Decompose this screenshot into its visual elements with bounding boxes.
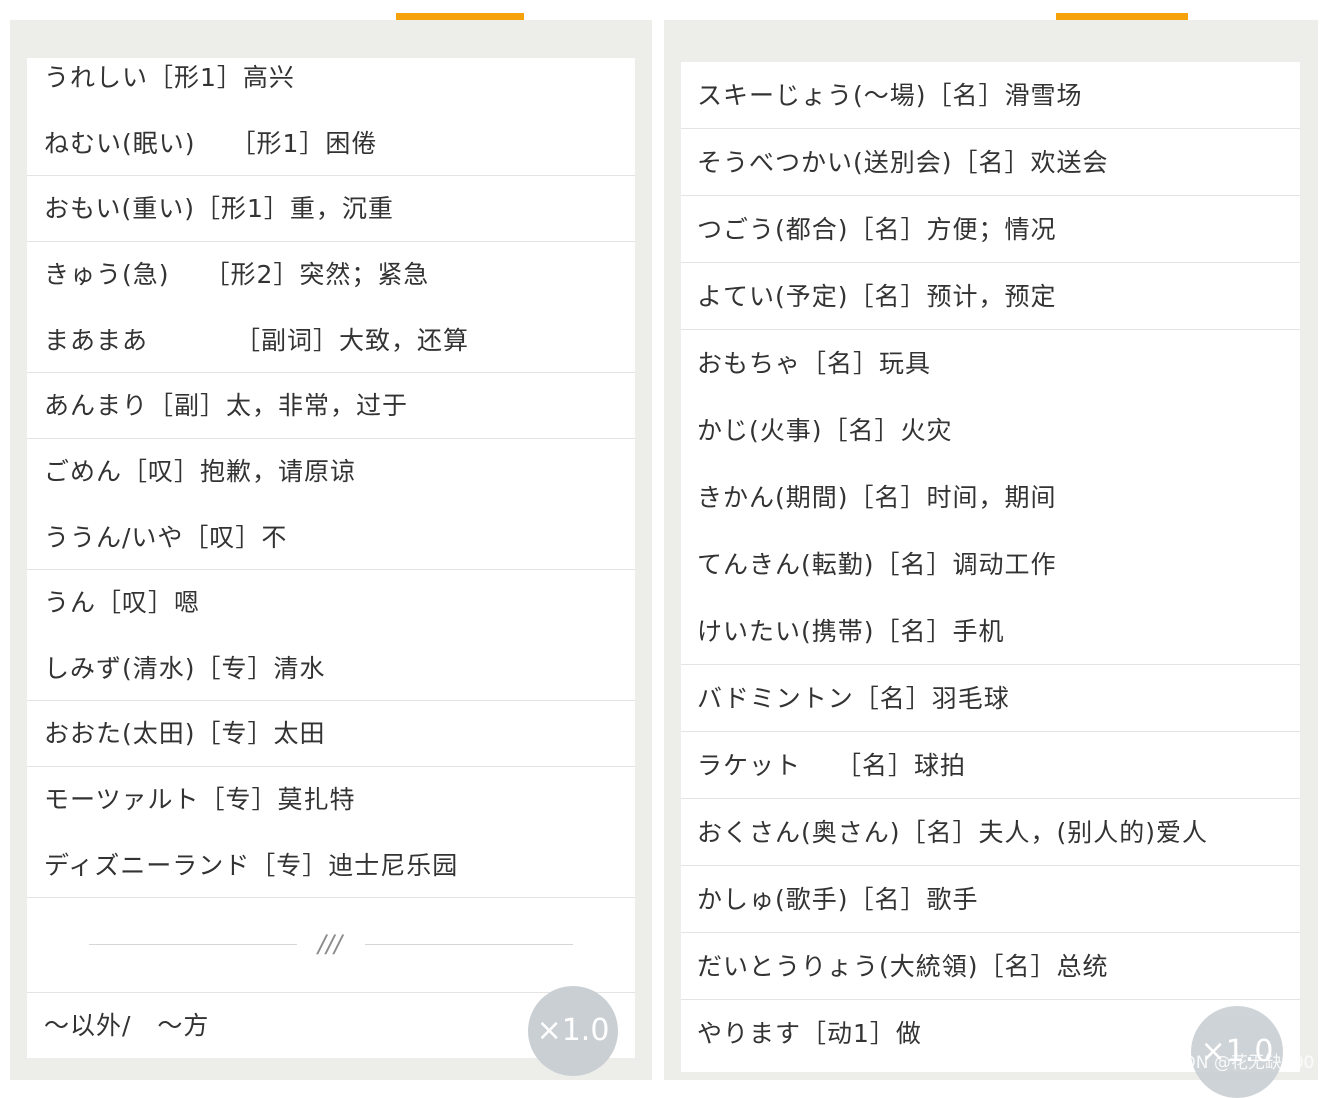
list-item: ディズニーランド［专］迪士尼乐园: [44, 851, 459, 880]
divider: [27, 175, 635, 176]
playback-speed-button[interactable]: ×1.0: [528, 986, 618, 1076]
list-item: きかん(期間)［名］时间，期间: [697, 483, 1057, 512]
list-item: そうべつかい(送別会)［名］欢送会: [697, 148, 1109, 177]
divider: [681, 262, 1300, 263]
ornament-slash-icon: ///: [317, 930, 343, 958]
list-item: けいたい(携帯)［名］手机: [697, 617, 1005, 646]
divider: [681, 798, 1300, 799]
divider: [27, 241, 635, 242]
divider: [27, 438, 635, 439]
list-item: ラケット ［名］球拍: [697, 751, 966, 780]
list-item: ごめん［叹］抱歉，请原谅: [44, 457, 357, 486]
divider: [681, 195, 1300, 196]
list-item: かじ(火事)［名］火灾: [697, 416, 953, 445]
divider: [681, 731, 1300, 732]
divider: [681, 932, 1300, 933]
list-item: うん［叹］嗯: [44, 588, 201, 617]
list-item: だいとうりょう(大統領)［名］总统: [697, 952, 1109, 981]
list-item: きゅう(急) ［形2］突然；紧急: [44, 260, 430, 289]
ornament-line-left: [89, 944, 297, 945]
list-item: まあまあ ［副词］大致，还算: [44, 326, 469, 355]
vocab-list-left: うれしい［形1］高兴 ねむい(眠い) ［形1］困倦 おもい(重い)［形1］重，沉…: [27, 58, 635, 1058]
list-item: てんきん(転勤)［名］调动工作: [697, 550, 1057, 579]
list-item: あんまり［副］太，非常，过于: [44, 391, 409, 420]
list-item: おもい(重い)［形1］重，沉重: [44, 194, 394, 223]
watermark: CSDN @花无缺000: [1160, 1053, 1315, 1073]
list-item: よてい(予定)［名］预计，预定: [697, 282, 1057, 311]
list-item: おくさん(奥さん)［名］夫人，(别人的)爱人: [697, 818, 1209, 847]
list-item: バドミントン［名］羽毛球: [697, 684, 1010, 713]
list-item: おもちゃ［名］玩具: [697, 349, 932, 378]
list-item: おおた(太田)［专］太田: [44, 719, 326, 748]
divider: [27, 992, 635, 993]
divider: [27, 372, 635, 373]
divider: [681, 999, 1300, 1000]
divider: [681, 865, 1300, 866]
divider: [681, 329, 1300, 330]
divider: [27, 700, 635, 701]
ornament-line-right: [365, 944, 573, 945]
list-item: うれしい［形1］高兴: [44, 63, 295, 92]
divider: [681, 664, 1300, 665]
list-item: ねむい(眠い) ［形1］困倦: [44, 129, 378, 158]
divider: [27, 569, 635, 570]
list-item: スキーじょう(～場)［名］滑雪场: [697, 81, 1083, 110]
list-item: しみず(清水)［专］清水: [44, 654, 326, 683]
list-item: モーツァルト［专］莫扎特: [44, 785, 356, 814]
tab-indicator-right: [1056, 13, 1188, 20]
divider: [27, 766, 635, 767]
divider: [681, 128, 1300, 129]
tab-indicator-left: [396, 13, 524, 20]
list-item: かしゅ(歌手)［名］歌手: [697, 885, 979, 914]
list-item: つごう(都合)［名］方便；情况: [697, 215, 1057, 244]
list-item: ううん/いや［叹］不: [44, 523, 288, 552]
vocab-list-right: スキーじょう(～場)［名］滑雪场 そうべつかい(送別会)［名］欢送会 つごう(都…: [681, 62, 1300, 1072]
divider: [27, 897, 635, 898]
